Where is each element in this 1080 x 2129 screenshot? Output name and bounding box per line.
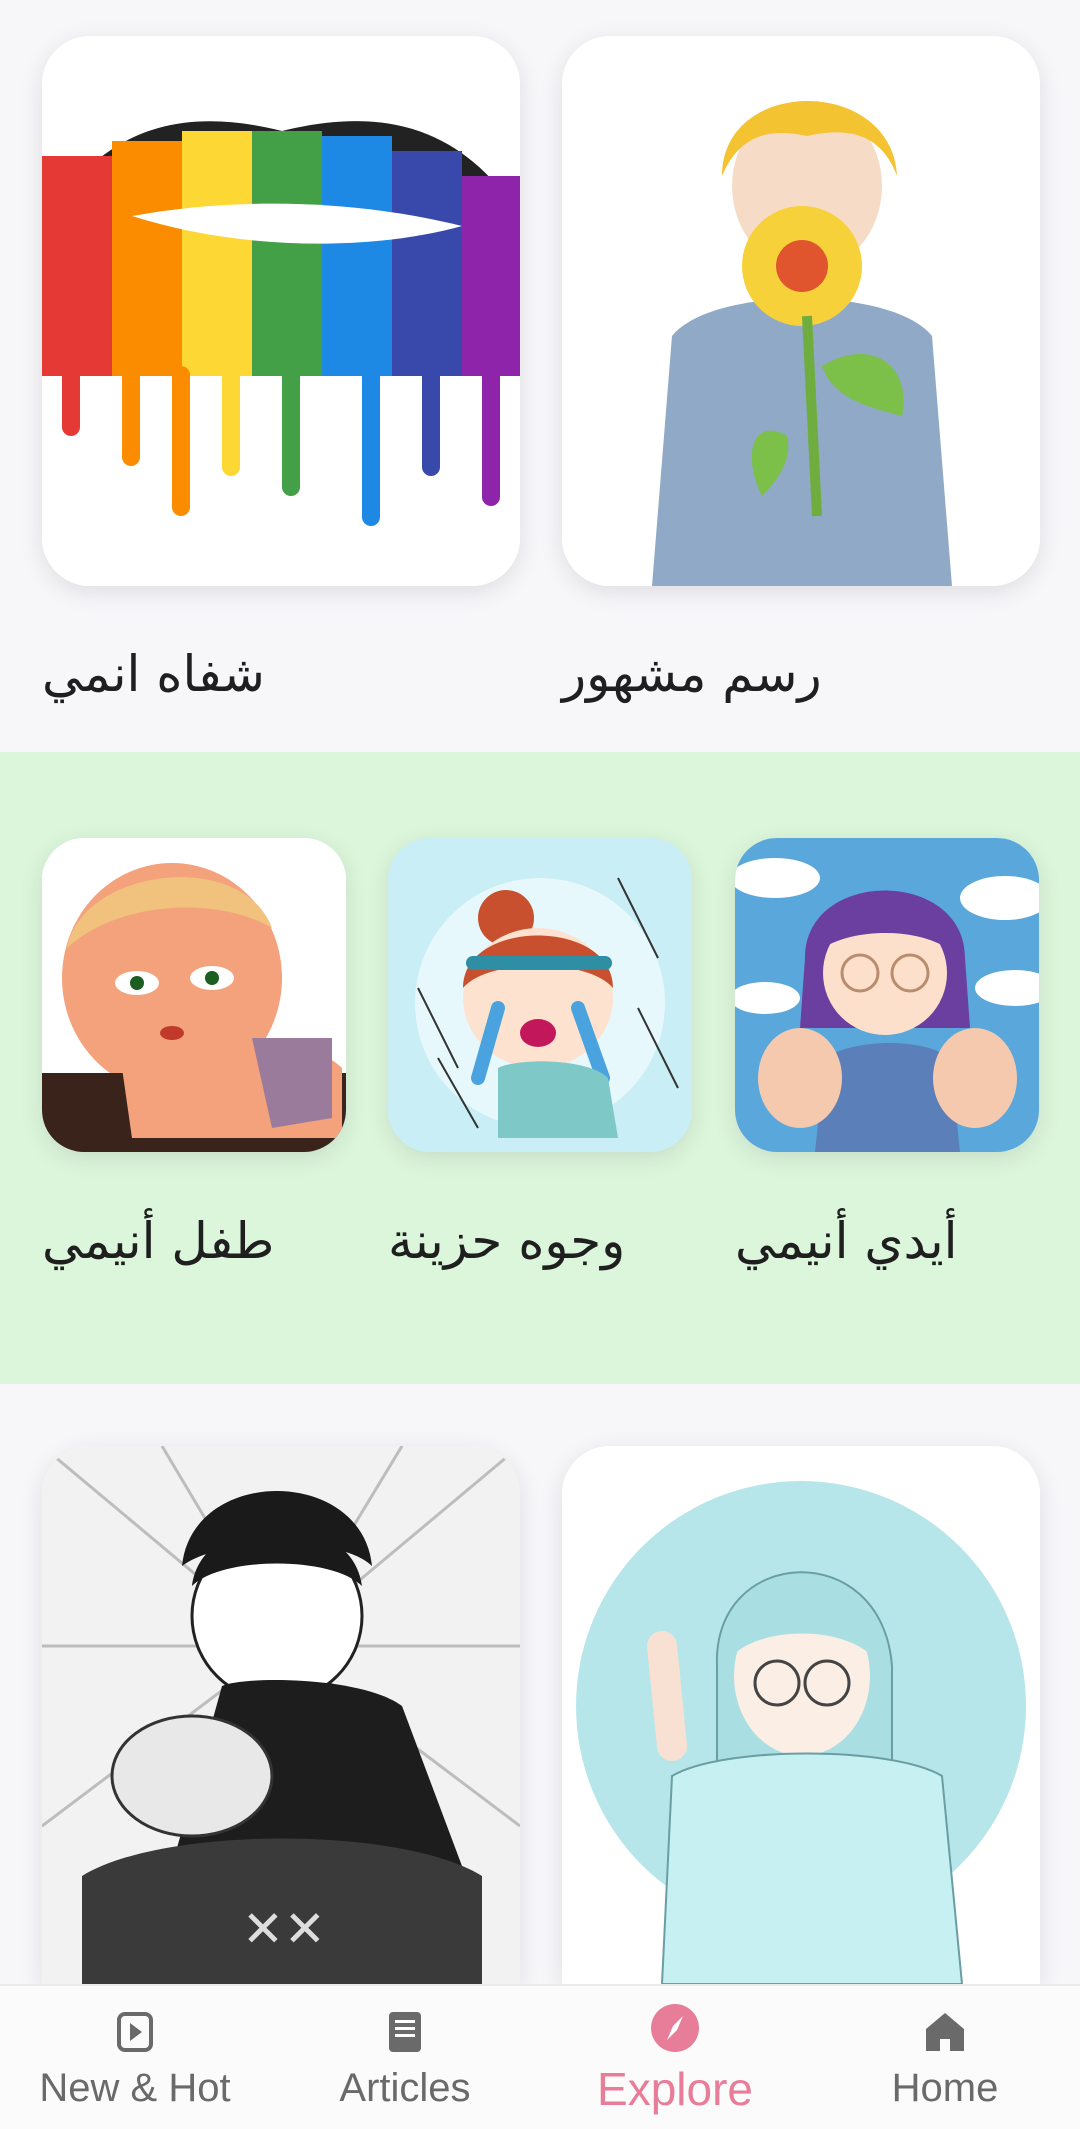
girl-hands-image (735, 838, 1039, 1152)
famous-drawing-card[interactable] (562, 36, 1040, 586)
nav-new-and-hot-label: New & Hot (39, 2066, 231, 2110)
play-icon (107, 2004, 163, 2060)
nav-home[interactable]: Home (810, 1986, 1080, 2129)
anime-baby-label: طفل أنيمي (42, 1212, 275, 1270)
glasses-girl-image (562, 1446, 1040, 1984)
crying-girl-image (388, 838, 692, 1152)
bottom-navigation: New & Hot Articles Explore Home (0, 1984, 1080, 2129)
nav-articles[interactable]: Articles (270, 1986, 540, 2129)
anime-hands-label: أيدي أنيمي (735, 1212, 958, 1270)
sad-faces-card[interactable] (388, 838, 692, 1152)
svg-text:✕✕: ✕✕ (242, 1900, 326, 1958)
nav-explore-label: Explore (597, 2062, 753, 2115)
home-icon (917, 2004, 973, 2060)
glasses-girl-card[interactable] (562, 1446, 1040, 1984)
manga-boy-image: ✕✕ (42, 1446, 520, 1984)
sunflower-boy-image (562, 36, 1040, 586)
nav-articles-label: Articles (339, 2066, 471, 2110)
nav-home-label: Home (891, 2066, 999, 2110)
anime-hands-card[interactable] (735, 838, 1039, 1152)
nav-new-and-hot[interactable]: New & Hot (0, 1986, 270, 2129)
famous-drawing-label: رسم مشهور (562, 645, 822, 703)
sad-faces-label: وجوه حزينة (388, 1212, 626, 1270)
anime-baby-card[interactable] (42, 838, 346, 1152)
nav-explore[interactable]: Explore (540, 1986, 810, 2129)
boss-baby-image (42, 838, 346, 1152)
compass-icon (647, 2000, 703, 2056)
rainbow-lips-image (42, 36, 520, 586)
manga-boy-card[interactable]: ✕✕ (42, 1446, 520, 1984)
anime-lips-card[interactable] (42, 36, 520, 586)
book-icon (377, 2004, 433, 2060)
anime-lips-label: شفاه انمي (42, 645, 265, 703)
